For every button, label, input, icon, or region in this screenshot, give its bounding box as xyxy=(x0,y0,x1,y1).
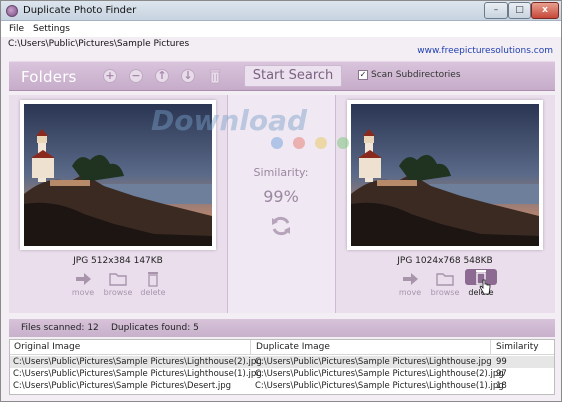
results-table: Original Image Duplicate Image Similarit… xyxy=(9,339,555,395)
watermark-dot xyxy=(315,137,327,149)
window-title: Duplicate Photo Finder xyxy=(23,5,137,16)
menu-settings[interactable]: Settings xyxy=(33,24,70,34)
arrow-right-icon xyxy=(403,273,418,285)
arrow-right-icon xyxy=(76,273,91,285)
duplicate-image-info: JPG 1024x768 548KB xyxy=(397,256,493,266)
duplicates-found: Duplicates found: 5 xyxy=(111,323,199,333)
browse-label: browse xyxy=(103,288,133,297)
menu-bar: File Settings www.freepicturesolutions.c… xyxy=(1,21,561,56)
similarity-cell: 99 xyxy=(496,357,507,367)
original-path-cell: C:\Users\Public\Pictures\Sample Pictures… xyxy=(13,381,232,391)
browse-duplicate-button[interactable]: browse xyxy=(425,271,465,297)
minimize-button[interactable]: – xyxy=(484,2,508,19)
files-scanned: Files scanned: 12 xyxy=(21,323,99,333)
duplicate-path-cell: C:\Users\Public\Pictures\Sample Pictures… xyxy=(255,369,504,379)
similarity-label: Similarity: xyxy=(253,166,309,179)
remove-folder-icon[interactable]: − xyxy=(129,69,143,83)
maximize-button[interactable]: □ xyxy=(508,2,531,19)
folders-label: Folders xyxy=(21,68,77,86)
original-image-info: JPG 512x384 147KB xyxy=(73,256,163,266)
browse-original-button[interactable]: browse xyxy=(98,271,138,297)
start-search-button[interactable]: Start Search xyxy=(244,65,342,87)
status-bar: Files scanned: 12 Duplicates found: 5 xyxy=(9,319,555,337)
delete-label: delete xyxy=(140,288,166,297)
duplicate-path-cell: C:\Users\Public\Pictures\Sample Pictures… xyxy=(255,357,492,367)
download-watermark: Download xyxy=(151,104,308,137)
title-bar: Duplicate Photo Finder – □ x xyxy=(1,1,561,21)
move-up-icon[interactable]: ↑ xyxy=(155,69,169,83)
table-row[interactable]: C:\Users\Public\Pictures\Sample Pictures… xyxy=(10,368,554,380)
original-path-cell: C:\Users\Public\Pictures\Sample Pictures… xyxy=(13,369,262,379)
watermark-dot xyxy=(293,137,305,149)
scan-subdirectories-checkbox[interactable]: ✓ xyxy=(358,70,368,80)
menu-file[interactable]: File xyxy=(9,24,24,34)
table-header: Original Image Duplicate Image Similarit… xyxy=(10,340,554,355)
table-row[interactable]: C:\Users\Public\Pictures\Sample Pictures… xyxy=(10,380,554,392)
column-separator xyxy=(250,340,251,355)
move-original-button[interactable]: move xyxy=(63,271,103,297)
folders-toolbar: Folders + − ↑ ↓ Start Search ✓ Scan Subd… xyxy=(9,61,555,91)
clear-folders-trash-icon[interactable] xyxy=(209,68,221,84)
similarity-cell: 18 xyxy=(496,381,507,391)
move-label: move xyxy=(398,288,422,297)
app-icon xyxy=(6,5,18,17)
column-original-image[interactable]: Original Image xyxy=(14,342,80,352)
swap-refresh-icon[interactable] xyxy=(269,214,293,238)
website-link[interactable]: www.freepicturesolutions.com xyxy=(417,46,553,56)
trash-icon xyxy=(148,272,158,287)
move-label: move xyxy=(71,288,95,297)
column-separator xyxy=(490,340,491,355)
delete-original-button[interactable]: delete xyxy=(133,271,173,297)
scan-subdirectories-label: Scan Subdirectories xyxy=(371,70,461,80)
hand-cursor-icon xyxy=(479,279,491,295)
watermark-dot xyxy=(271,137,283,149)
watermark-dot xyxy=(337,137,349,149)
move-down-icon[interactable]: ↓ xyxy=(181,69,195,83)
lighthouse-photo xyxy=(351,104,539,246)
move-duplicate-button[interactable]: move xyxy=(390,271,430,297)
close-button[interactable]: x xyxy=(531,2,559,19)
column-similarity[interactable]: Similarity xyxy=(496,342,539,352)
original-path-cell: C:\Users\Public\Pictures\Sample Pictures… xyxy=(13,357,262,367)
table-row[interactable]: C:\Users\Public\Pictures\Sample Pictures… xyxy=(10,356,554,368)
folder-icon xyxy=(436,273,454,286)
duplicate-path-cell: C:\Users\Public\Pictures\Sample Pictures… xyxy=(255,381,504,391)
column-duplicate-image[interactable]: Duplicate Image xyxy=(256,342,330,352)
folder-path: C:\Users\Public\Pictures\Sample Pictures xyxy=(8,39,190,49)
duplicate-image-preview[interactable] xyxy=(347,100,543,250)
similarity-cell: 97 xyxy=(496,369,507,379)
panel-divider xyxy=(335,95,336,313)
add-folder-icon[interactable]: + xyxy=(103,69,117,83)
similarity-value: 99% xyxy=(263,187,299,206)
app-window: Duplicate Photo Finder – □ x File Settin… xyxy=(0,0,562,402)
browse-label: browse xyxy=(430,288,460,297)
folder-icon xyxy=(109,273,127,286)
